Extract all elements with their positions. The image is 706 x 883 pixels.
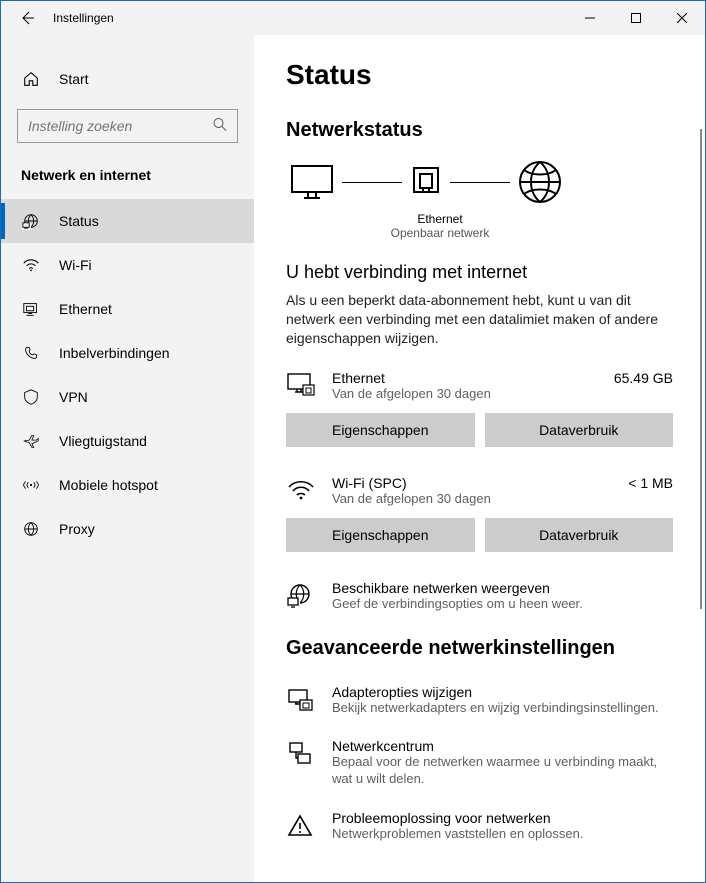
sidebar-item-label: VPN [59,389,88,405]
sidebar-item-label: Inbelverbindingen [59,345,170,361]
adapter-desc: Bekijk netwerkadapters en wijzig verbind… [332,700,659,717]
connection-period: Van de afgelopen 30 dagen [332,386,614,401]
ethernet-pc-icon [286,370,316,400]
close-button[interactable] [659,1,705,35]
troubleshoot-desc: Netwerkproblemen vaststellen en oplossen… [332,826,583,843]
dialup-icon [21,343,41,363]
vpn-icon [21,387,41,407]
globe-icon [21,519,41,539]
sidebar-item-hotspot[interactable]: Mobiele hotspot [1,463,254,507]
adapter-icon [286,686,314,714]
sidebar-item-label: Mobiele hotspot [59,477,158,493]
connection-wifi: Wi-Fi (SPC) Van de afgelopen 30 dagen < … [286,475,673,552]
network-diagram [286,158,673,206]
warning-icon [286,812,314,840]
connection-usage: 65.49 GB [614,370,673,386]
network-center-desc: Bepaal voor de netwerken waarmee u verbi… [332,754,662,788]
diagram-network-type: Openbaar netwerk [390,226,490,240]
page-title: Status [286,59,673,91]
sidebar-item-airplane[interactable]: Vliegtuigstand [1,419,254,463]
internet-globe-icon [516,158,564,206]
data-usage-button[interactable]: Dataverbruik [485,518,674,552]
connection-usage: < 1 MB [628,475,673,491]
hotspot-icon [21,475,41,495]
sidebar-item-wifi[interactable]: Wi-Fi [1,243,254,287]
airplane-icon [21,431,41,451]
sidebar-item-label: Vliegtuigstand [59,433,147,449]
titlebar: Instellingen [1,1,705,35]
network-center-title: Netwerkcentrum [332,738,662,754]
main-content: Status Netwerkstatus Ethernet Openbaar n… [254,35,705,882]
pc-icon [288,162,336,202]
sidebar-item-ethernet[interactable]: Ethernet [1,287,254,331]
sidebar-section-title: Netwerk en internet [1,157,254,199]
sidebar: Start Netwerk en internet Status Wi-Fi E… [1,35,254,882]
status-icon [21,211,41,231]
sidebar-item-status[interactable]: Status [1,199,254,243]
sidebar-item-label: Ethernet [59,301,112,317]
wifi-icon [286,475,316,505]
available-networks-link[interactable]: Beschikbare netwerken weergeven Geef de … [286,580,673,613]
network-status-heading: Netwerkstatus [286,119,673,142]
connected-description: Als u een beperkt data-abonnement hebt, … [286,291,673,348]
troubleshoot-link[interactable]: Probleemoplossing voor netwerken Netwerk… [286,810,673,843]
home-icon [21,69,41,89]
sidebar-item-proxy[interactable]: Proxy [1,507,254,551]
sidebar-item-vpn[interactable]: VPN [1,375,254,419]
properties-button[interactable]: Eigenschappen [286,518,475,552]
globe-pc-icon [286,582,314,610]
data-usage-button[interactable]: Dataverbruik [485,413,674,447]
diagram-device-label: Ethernet [390,212,490,226]
scrollbar[interactable] [700,129,702,609]
network-center-link[interactable]: Netwerkcentrum Bepaal voor de netwerken … [286,738,673,788]
search-input[interactable] [17,109,238,143]
adapter-options-link[interactable]: Adapteropties wijzigen Bekijk netwerkada… [286,684,673,717]
available-desc: Geef de verbindingsopties om u heen weer… [332,596,583,613]
sidebar-item-label: Status [59,213,99,229]
sidebar-item-dialup[interactable]: Inbelverbindingen [1,331,254,375]
maximize-button[interactable] [613,1,659,35]
connected-heading: U hebt verbinding met internet [286,262,673,283]
minimize-button[interactable] [567,1,613,35]
network-center-icon [286,740,314,768]
sidebar-item-label: Proxy [59,521,95,537]
advanced-heading: Geavanceerde netwerkinstellingen [286,637,673,660]
search-icon [212,117,228,136]
ethernet-plug-icon [408,162,444,202]
available-title: Beschikbare netwerken weergeven [332,580,583,596]
diagram-labels: Ethernet Openbaar netwerk [390,212,490,240]
properties-button[interactable]: Eigenschappen [286,413,475,447]
connection-name: Wi-Fi (SPC) [332,475,628,491]
adapter-title: Adapteropties wijzigen [332,684,659,700]
wifi-icon [21,255,41,275]
home-label: Start [59,71,89,87]
back-button[interactable] [7,1,47,35]
sidebar-item-label: Wi-Fi [59,257,92,273]
connection-period: Van de afgelopen 30 dagen [332,491,628,506]
connection-ethernet: Ethernet Van de afgelopen 30 dagen 65.49… [286,370,673,447]
window-title: Instellingen [47,11,567,25]
connection-name: Ethernet [332,370,614,386]
troubleshoot-title: Probleemoplossing voor netwerken [332,810,583,826]
home-button[interactable]: Start [1,59,254,99]
ethernet-icon [21,299,41,319]
